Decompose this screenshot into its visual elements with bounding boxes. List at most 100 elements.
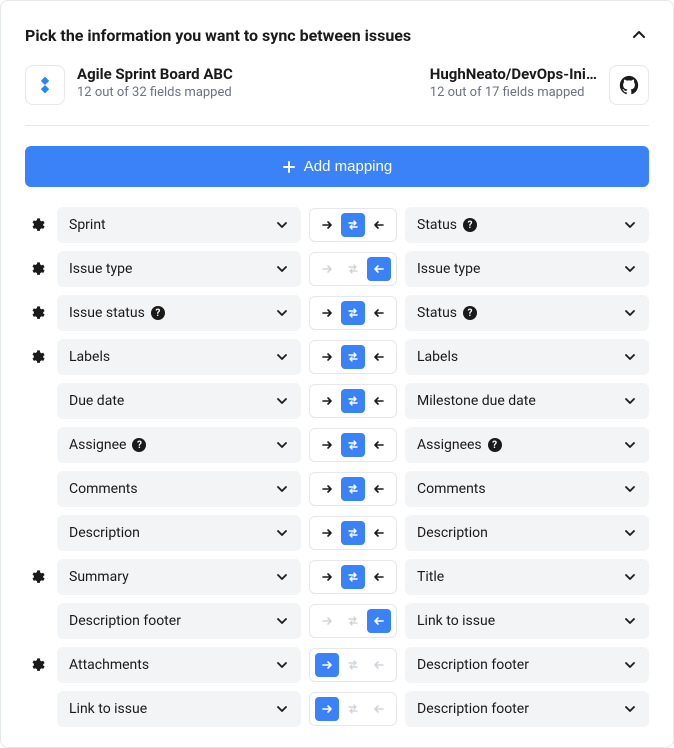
left-field-select[interactable]: Assignee? — [57, 427, 301, 463]
left-field-select[interactable]: Labels — [57, 339, 301, 375]
dir-right-to-left[interactable] — [367, 697, 391, 721]
dir-left-to-right[interactable] — [315, 609, 339, 633]
dir-both[interactable] — [341, 477, 365, 501]
gear-icon[interactable] — [28, 568, 46, 586]
dir-right-to-left[interactable] — [367, 477, 391, 501]
help-icon[interactable]: ? — [132, 438, 146, 452]
left-field-select[interactable]: Attachments — [57, 647, 301, 683]
chevron-down-icon — [275, 262, 289, 276]
add-mapping-button[interactable]: Add mapping — [25, 146, 649, 187]
left-connection: Agile Sprint Board ABC 12 out of 32 fiel… — [25, 65, 327, 105]
dir-right-to-left[interactable] — [367, 565, 391, 589]
dir-both[interactable] — [341, 345, 365, 369]
right-field-label: Status — [417, 217, 457, 233]
help-icon[interactable]: ? — [463, 306, 477, 320]
add-mapping-label: Add mapping — [304, 158, 392, 175]
right-field-select[interactable]: Comments — [405, 471, 649, 507]
right-field-select[interactable]: Title — [405, 559, 649, 595]
dir-both[interactable] — [341, 257, 365, 281]
dir-right-to-left[interactable] — [367, 345, 391, 369]
mapping-row: Description footer Link to issue — [25, 603, 649, 639]
mapping-row: Assignee?Assignees? — [25, 427, 649, 463]
help-icon[interactable]: ? — [463, 218, 477, 232]
left-field-select[interactable]: Issue status? — [57, 295, 301, 331]
right-field-select[interactable]: Link to issue — [405, 603, 649, 639]
chevron-down-icon — [623, 614, 637, 628]
gear-icon[interactable] — [28, 304, 46, 322]
right-field-select[interactable]: Description footer — [405, 647, 649, 683]
dir-both[interactable] — [341, 433, 365, 457]
connections: Agile Sprint Board ABC 12 out of 32 fiel… — [25, 65, 649, 126]
right-field-label: Labels — [417, 349, 458, 365]
mapping-row: Description Description — [25, 515, 649, 551]
dir-right-to-left[interactable] — [367, 213, 391, 237]
left-field-select[interactable]: Due date — [57, 383, 301, 419]
dir-both[interactable] — [341, 521, 365, 545]
right-field-select[interactable]: Description footer — [405, 691, 649, 727]
dir-both[interactable] — [341, 565, 365, 589]
dir-right-to-left[interactable] — [367, 301, 391, 325]
left-field-select[interactable]: Sprint — [57, 207, 301, 243]
chevron-down-icon — [275, 526, 289, 540]
help-icon[interactable]: ? — [488, 438, 502, 452]
right-field-label: Description footer — [417, 657, 529, 673]
dir-right-to-left[interactable] — [367, 433, 391, 457]
left-field-select[interactable]: Link to issue — [57, 691, 301, 727]
gear-icon[interactable] — [28, 260, 46, 278]
dir-left-to-right[interactable] — [315, 565, 339, 589]
left-field-select[interactable]: Description — [57, 515, 301, 551]
dir-both[interactable] — [341, 653, 365, 677]
collapse-icon[interactable] — [629, 25, 649, 45]
direction-toggle — [309, 208, 397, 242]
dir-left-to-right[interactable] — [315, 433, 339, 457]
gear-icon[interactable] — [28, 656, 46, 674]
dir-both[interactable] — [341, 609, 365, 633]
left-connection-sub: 12 out of 32 fields mapped — [77, 85, 233, 100]
right-field-select[interactable]: Labels — [405, 339, 649, 375]
chevron-down-icon — [275, 306, 289, 320]
right-field-select[interactable]: Description — [405, 515, 649, 551]
left-field-select[interactable]: Summary — [57, 559, 301, 595]
dir-both[interactable] — [341, 213, 365, 237]
gear-icon[interactable] — [28, 216, 46, 234]
github-icon — [609, 65, 649, 105]
dir-left-to-right[interactable] — [315, 653, 339, 677]
dir-right-to-left[interactable] — [367, 653, 391, 677]
dir-right-to-left[interactable] — [367, 389, 391, 413]
left-field-select[interactable]: Description footer — [57, 603, 301, 639]
chevron-down-icon — [275, 218, 289, 232]
dir-both[interactable] — [341, 389, 365, 413]
direction-toggle — [309, 692, 397, 726]
right-field-select[interactable]: Status? — [405, 207, 649, 243]
chevron-down-icon — [623, 394, 637, 408]
left-field-select[interactable]: Issue type — [57, 251, 301, 287]
dir-left-to-right[interactable] — [315, 477, 339, 501]
dir-left-to-right[interactable] — [315, 697, 339, 721]
right-field-select[interactable]: Milestone due date — [405, 383, 649, 419]
right-field-select[interactable]: Assignees? — [405, 427, 649, 463]
dir-right-to-left[interactable] — [367, 257, 391, 281]
dir-right-to-left[interactable] — [367, 609, 391, 633]
left-connection-name: Agile Sprint Board ABC — [77, 65, 233, 83]
dir-left-to-right[interactable] — [315, 521, 339, 545]
sync-config-card: Pick the information you want to sync be… — [0, 0, 674, 748]
direction-toggle — [309, 516, 397, 550]
dir-left-to-right[interactable] — [315, 389, 339, 413]
dir-right-to-left[interactable] — [367, 521, 391, 545]
mapping-row: Issue status? Status? — [25, 295, 649, 331]
right-connection-name: HughNeato/DevOps-Ini… — [430, 65, 597, 83]
dir-both[interactable] — [341, 301, 365, 325]
dir-left-to-right[interactable] — [315, 213, 339, 237]
right-field-select[interactable]: Issue type — [405, 251, 649, 287]
dir-both[interactable] — [341, 697, 365, 721]
dir-left-to-right[interactable] — [315, 301, 339, 325]
gear-icon[interactable] — [28, 348, 46, 366]
dir-left-to-right[interactable] — [315, 345, 339, 369]
chevron-down-icon — [623, 482, 637, 496]
dir-left-to-right[interactable] — [315, 257, 339, 281]
left-field-select[interactable]: Comments — [57, 471, 301, 507]
chevron-down-icon — [623, 350, 637, 364]
help-icon[interactable]: ? — [151, 306, 165, 320]
right-field-select[interactable]: Status? — [405, 295, 649, 331]
left-field-label: Assignee — [69, 437, 126, 453]
